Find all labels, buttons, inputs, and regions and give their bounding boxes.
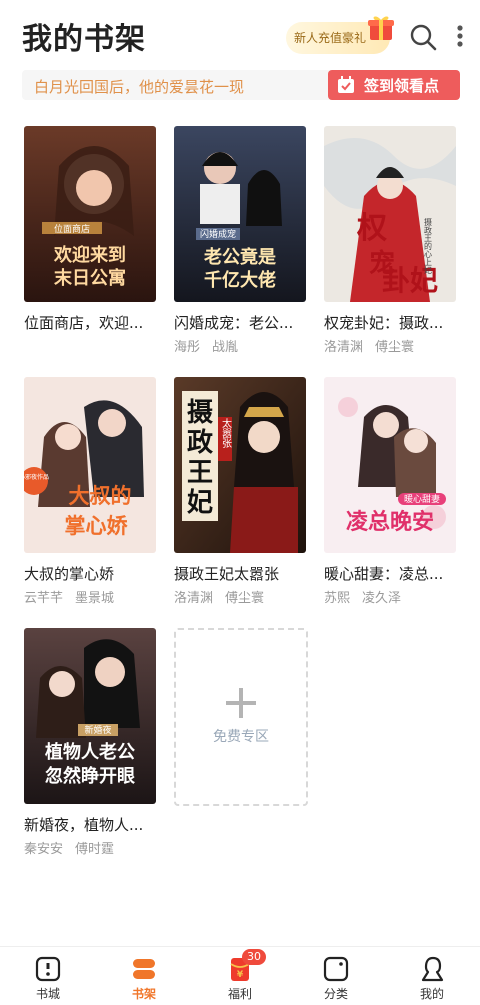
book-cover[interactable]: 位面商店 欢迎来到 末日公寓 xyxy=(24,126,156,302)
author-name: 洛清渊 xyxy=(324,340,364,355)
author-name: 洛清渊 xyxy=(174,591,214,606)
header: 我的书架 新人充值豪礼 xyxy=(0,0,480,66)
profile-icon xyxy=(421,956,444,982)
checkin-label: 签到领看点 xyxy=(364,77,440,95)
plus-icon xyxy=(226,688,256,718)
notice-bar[interactable]: 白月光回国后，他的爱昙花一现 签到领看点 xyxy=(22,70,460,100)
book-authors: 洛清渊 傅尘寰 xyxy=(174,587,324,606)
author-name: 秦安安 xyxy=(24,842,64,857)
book-store-icon xyxy=(35,956,61,982)
book-title[interactable]: 摄政王妃太嚣张 xyxy=(174,563,314,584)
book-title[interactable]: 大叔的掌心娇 xyxy=(24,563,164,584)
cover-title: 欢迎来到 xyxy=(53,244,126,266)
cover-art: 暖心甜妻 凌总晚安 xyxy=(324,377,456,553)
bottom-tab-bar: 书城 书架 ¥ 30 福利 分类 我的 xyxy=(0,946,480,1005)
cover-title: 王 xyxy=(187,458,213,488)
cover-art: 小邪夜作品 大叔的 掌心娇 xyxy=(24,377,156,553)
svg-text:¥: ¥ xyxy=(237,970,244,980)
author-name: 苏熙 xyxy=(324,591,351,606)
cover-title: 植物人老公 xyxy=(45,741,135,763)
free-zone-card[interactable]: 免费专区 xyxy=(174,628,308,806)
book-cover[interactable]: 暖心甜妻 凌总晚安 xyxy=(324,377,456,553)
cover-title: 摄 xyxy=(187,398,214,428)
book-cover[interactable]: 闪婚成宠 老公竟是 千亿大佬 xyxy=(174,126,306,302)
tab-label: 书架 xyxy=(131,987,156,1001)
cover-title: 千亿大佬 xyxy=(204,269,276,291)
cover-badge: 暖心甜妻 xyxy=(404,493,440,505)
author-name: 傅尘寰 xyxy=(225,591,265,606)
author-name: 凌久泽 xyxy=(362,591,402,606)
cover-art: 权 宠 卦妃 摄政王的心上妃 xyxy=(324,126,456,302)
gift-icon xyxy=(368,16,394,40)
promo-label: 新人充值豪礼 xyxy=(294,31,367,45)
cover-badge: 太嚣张 xyxy=(220,417,232,449)
cover-title: 忽然睁开眼 xyxy=(45,765,135,787)
book-cover[interactable]: 权 宠 卦妃 摄政王的心上妃 xyxy=(324,126,456,302)
tab-label: 福利 xyxy=(227,987,252,1001)
author-name: 海彤 xyxy=(174,340,201,355)
cover-badge: 新婚夜 xyxy=(84,724,111,736)
cover-title: 凌总晚安 xyxy=(346,509,434,535)
cover-title: 大叔的 xyxy=(69,484,132,508)
book-title[interactable]: 闪婚成宠：老公... xyxy=(174,312,314,333)
author-name: 战胤 xyxy=(212,340,239,355)
cover-title: 末日公寓 xyxy=(54,267,126,289)
welfare-badge: 30 xyxy=(242,949,266,965)
cover-art: 闪婚成宠 老公竟是 千亿大佬 xyxy=(174,126,306,302)
book-cover[interactable]: 新婚夜 植物人老公 忽然睁开眼 xyxy=(24,628,156,804)
checkin-button[interactable]: 签到领看点 xyxy=(328,70,460,100)
author-name: 傅尘寰 xyxy=(375,340,415,355)
book-authors: 洛清渊 傅尘寰 xyxy=(324,336,474,355)
notice-text[interactable]: 白月光回国后，他的爱昙花一现 xyxy=(34,76,324,97)
cover-title: 掌心娇 xyxy=(65,514,129,538)
cover-art: 位面商店 欢迎来到 末日公寓 xyxy=(24,126,156,302)
tab-profile[interactable]: 我的 xyxy=(384,947,480,1005)
cover-badge: 摄政王的心上妃 xyxy=(424,218,433,275)
book-authors: 海彤 战胤 xyxy=(174,336,324,355)
cover-title: 权 xyxy=(356,211,387,246)
book-cover[interactable]: 小邪夜作品 大叔的 掌心娇 xyxy=(24,377,156,553)
tab-bookshelf[interactable]: 书架 xyxy=(96,947,192,1005)
author-name: 墨景城 xyxy=(75,591,115,606)
page-title: 我的书架 xyxy=(22,22,146,57)
tab-label: 书城 xyxy=(35,987,60,1001)
cover-badge: 位面商店 xyxy=(54,223,90,235)
cover-badge: 小邪夜作品 xyxy=(24,473,49,481)
cover-badge: 闪婚成宠 xyxy=(200,228,236,240)
category-icon xyxy=(323,956,349,982)
bookshelf-icon xyxy=(133,959,155,979)
tab-category[interactable]: 分类 xyxy=(288,947,384,1005)
book-title[interactable]: 暖心甜妻：凌总... xyxy=(324,563,464,584)
book-authors: 云芊芊 墨景城 xyxy=(24,587,174,606)
cover-title: 妃 xyxy=(187,487,213,518)
author-name: 云芊芊 xyxy=(24,591,64,606)
tab-label: 我的 xyxy=(419,987,444,1001)
cover-art: 新婚夜 植物人老公 忽然睁开眼 xyxy=(24,628,156,804)
book-title[interactable]: 新婚夜，植物人... xyxy=(24,814,164,835)
search-icon[interactable] xyxy=(408,22,438,52)
book-title[interactable]: 权宠卦妃：摄政... xyxy=(324,312,464,333)
book-title[interactable]: 位面商店，欢迎... xyxy=(24,312,164,333)
cover-art: 摄 政 王 妃 太嚣张 xyxy=(174,377,306,553)
new-user-promo-button[interactable]: 新人充值豪礼 xyxy=(286,16,394,54)
free-zone-label: 免费专区 xyxy=(213,729,269,745)
calendar-check-icon xyxy=(338,76,354,93)
book-authors: 秦安安 傅时霆 xyxy=(24,838,174,857)
tab-bookstore[interactable]: 书城 xyxy=(0,947,96,1005)
author-name: 傅时霆 xyxy=(75,842,115,857)
more-vert-icon[interactable] xyxy=(450,20,470,54)
cover-title: 老公竟是 xyxy=(204,246,276,268)
book-cover[interactable]: 摄 政 王 妃 太嚣张 xyxy=(174,377,306,553)
tab-welfare[interactable]: ¥ 30 福利 xyxy=(192,947,288,1005)
cover-title: 政 xyxy=(187,427,213,458)
tab-label: 分类 xyxy=(323,987,348,1001)
book-authors: 苏熙 凌久泽 xyxy=(324,587,474,606)
